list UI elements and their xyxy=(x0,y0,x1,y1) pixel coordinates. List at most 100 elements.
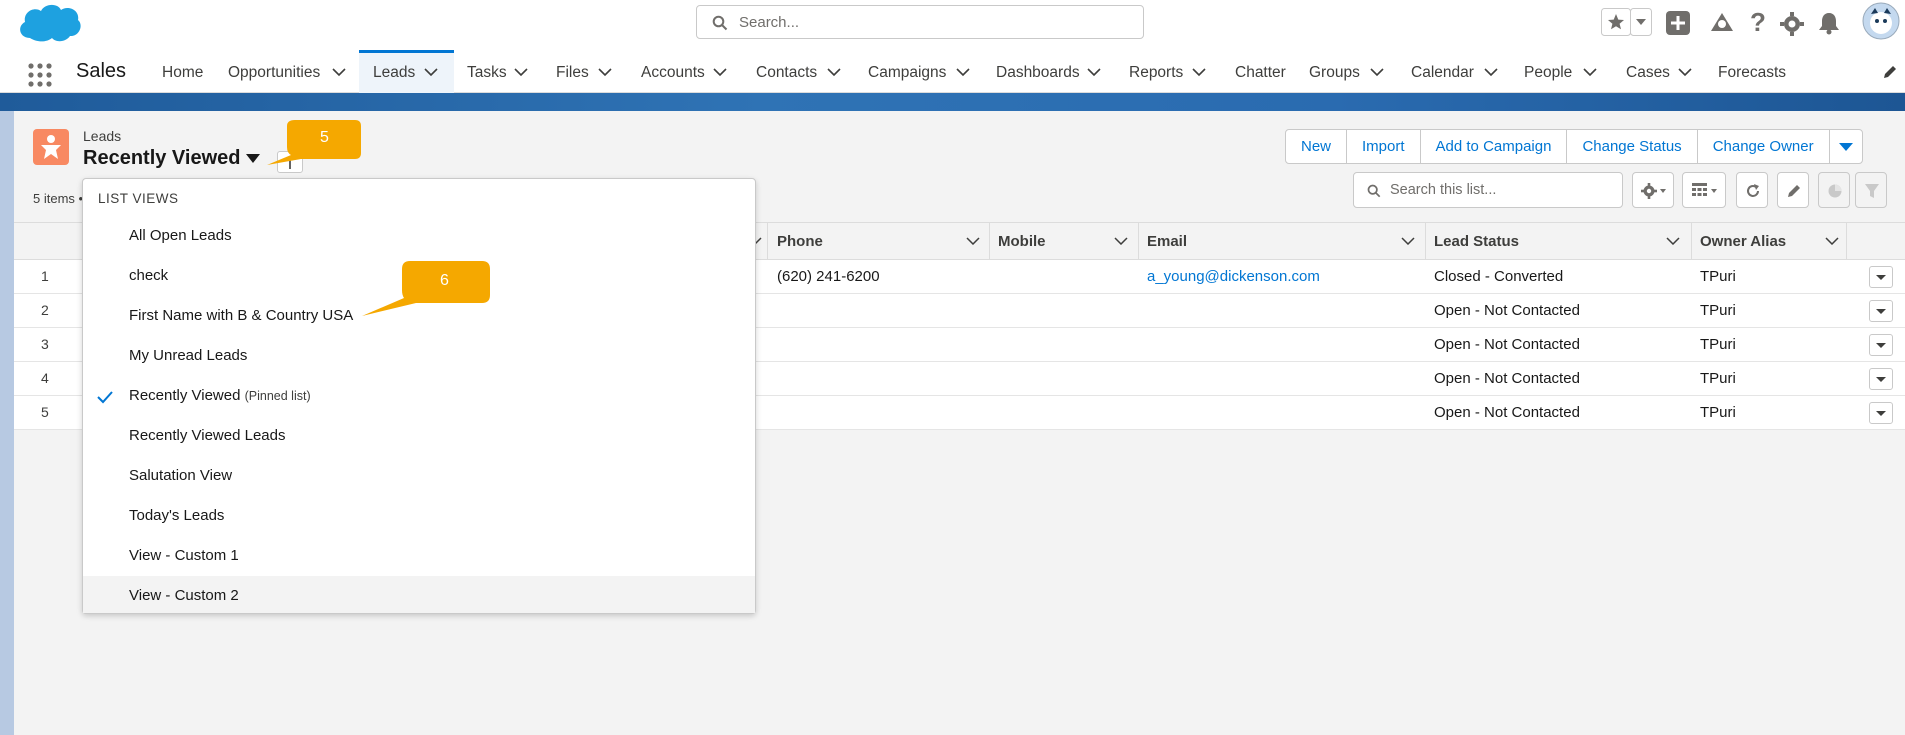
app-navigation-bar: Sales Home Opportunities Leads Tasks Fil… xyxy=(0,50,1905,93)
step-callout: 5 xyxy=(263,117,363,171)
inline-edit-button[interactable] xyxy=(1777,172,1809,208)
list-view-label: Recently Viewed (Pinned list) xyxy=(129,387,311,404)
notifications-bell-icon[interactable] xyxy=(1818,11,1840,39)
nav-tab-accounts[interactable]: Accounts xyxy=(641,64,705,82)
change-owner-button[interactable]: Change Owner xyxy=(1696,129,1830,164)
nav-tab-groups[interactable]: Groups xyxy=(1309,64,1360,82)
help-icon[interactable]: ? xyxy=(1747,7,1767,39)
chevron-down-icon[interactable] xyxy=(956,67,970,77)
search-placeholder: Search... xyxy=(739,14,800,31)
chevron-down-icon[interactable] xyxy=(1401,237,1415,245)
nav-tab-forecasts[interactable]: Forecasts xyxy=(1718,64,1786,82)
cell-lead-status: Open - Not Contacted xyxy=(1434,370,1580,387)
chevron-down-icon[interactable] xyxy=(1583,67,1597,77)
nav-tab-opportunities[interactable]: Opportunities xyxy=(228,64,320,82)
charts-button[interactable] xyxy=(1818,172,1850,208)
column-header-email[interactable]: Email xyxy=(1147,233,1187,250)
change-status-button[interactable]: Change Status xyxy=(1566,129,1698,164)
chevron-down-icon[interactable] xyxy=(332,67,346,77)
new-button[interactable]: New xyxy=(1285,129,1348,164)
list-view-option-hovered[interactable]: View - Custom 2 xyxy=(83,576,755,613)
chevron-down-icon[interactable] xyxy=(598,67,612,77)
user-avatar[interactable] xyxy=(1862,2,1900,44)
chevron-down-icon[interactable] xyxy=(827,67,841,77)
nav-tab-contacts[interactable]: Contacts xyxy=(756,64,817,82)
column-divider xyxy=(989,223,990,260)
chevron-down-icon[interactable] xyxy=(1192,67,1206,77)
list-view-option[interactable]: My Unread Leads xyxy=(83,336,755,376)
chevron-down-icon[interactable] xyxy=(1666,237,1680,245)
row-number: 5 xyxy=(41,404,49,420)
chevron-down-icon[interactable] xyxy=(713,67,727,77)
list-view-option[interactable]: Today's Leads xyxy=(83,496,755,536)
row-actions-button[interactable] xyxy=(1869,368,1893,390)
add-to-campaign-button[interactable]: Add to Campaign xyxy=(1419,129,1568,164)
nav-tab-cases[interactable]: Cases xyxy=(1626,64,1670,82)
nav-tab-dashboards[interactable]: Dashboards xyxy=(996,64,1080,82)
column-header-mobile[interactable]: Mobile xyxy=(998,233,1046,250)
list-view-label: check xyxy=(129,267,169,284)
import-button[interactable]: Import xyxy=(1346,129,1421,164)
list-search-placeholder: Search this list... xyxy=(1390,182,1497,198)
add-icon[interactable] xyxy=(1666,11,1690,39)
nav-tab-leads[interactable]: Leads xyxy=(373,64,415,82)
column-header-phone[interactable]: Phone xyxy=(777,233,823,250)
chevron-down-icon[interactable] xyxy=(424,67,438,77)
refresh-button[interactable] xyxy=(1736,172,1768,208)
row-actions-button[interactable] xyxy=(1869,300,1893,322)
list-search-input[interactable]: Search this list... xyxy=(1353,172,1623,208)
list-view-option[interactable]: All Open Leads xyxy=(83,216,755,256)
chevron-down-icon[interactable] xyxy=(514,67,528,77)
list-view-option[interactable]: View - Custom 1 xyxy=(83,536,755,576)
nav-tab-calendar[interactable]: Calendar xyxy=(1411,64,1474,82)
list-view-title[interactable]: Recently Viewed xyxy=(83,147,240,170)
edit-nav-pencil-icon[interactable] xyxy=(1882,64,1898,80)
list-view-switcher-caret-icon[interactable] xyxy=(246,154,260,164)
list-settings-button[interactable] xyxy=(1632,172,1674,208)
nav-tab-tasks[interactable]: Tasks xyxy=(467,64,507,82)
nav-tab-home[interactable]: Home xyxy=(162,64,203,82)
filter-button[interactable] xyxy=(1855,172,1887,208)
list-views-dropdown: LIST VIEWS All Open Leads check First Na… xyxy=(82,178,756,614)
setup-gear-icon[interactable] xyxy=(1780,12,1804,40)
chevron-down-icon[interactable] xyxy=(1087,67,1101,77)
list-view-option-selected[interactable]: Recently Viewed (Pinned list) xyxy=(83,376,755,416)
list-view-label: View - Custom 1 xyxy=(129,547,239,564)
row-actions-button[interactable] xyxy=(1869,402,1893,424)
nav-tab-reports[interactable]: Reports xyxy=(1129,64,1183,82)
more-actions-button[interactable] xyxy=(1828,129,1863,164)
list-views-header: LIST VIEWS xyxy=(98,191,179,206)
column-header-lead-status[interactable]: Lead Status xyxy=(1434,233,1519,250)
list-view-option[interactable]: Salutation View xyxy=(83,456,755,496)
background-strip xyxy=(0,111,14,735)
global-header: Search... ? xyxy=(0,0,1905,50)
list-view-label: My Unread Leads xyxy=(129,347,248,364)
row-actions-button[interactable] xyxy=(1869,334,1893,356)
column-header-owner-alias[interactable]: Owner Alias xyxy=(1700,233,1786,250)
list-view-option[interactable]: Recently Viewed Leads xyxy=(83,416,755,456)
chevron-down-icon[interactable] xyxy=(1484,67,1498,77)
chevron-down-icon xyxy=(1876,343,1886,348)
callout-number: 5 xyxy=(320,129,329,146)
row-actions-button[interactable] xyxy=(1869,266,1893,288)
global-search-input[interactable]: Search... xyxy=(696,5,1144,39)
app-launcher-icon[interactable] xyxy=(28,63,52,91)
nav-tab-files[interactable]: Files xyxy=(556,64,589,82)
chevron-down-icon[interactable] xyxy=(1825,237,1839,245)
app-name: Sales xyxy=(76,60,127,82)
chevron-down-icon[interactable] xyxy=(1370,67,1384,77)
list-view-label: Today's Leads xyxy=(129,507,225,524)
chevron-down-icon[interactable] xyxy=(1678,67,1692,77)
display-as-table-button[interactable] xyxy=(1682,172,1726,208)
cell-lead-status: Open - Not Contacted xyxy=(1434,404,1580,421)
favorites-star-icon[interactable] xyxy=(1601,8,1631,40)
nav-tab-chatter[interactable]: Chatter xyxy=(1235,64,1286,82)
cell-email-link[interactable]: a_young@dickenson.com xyxy=(1147,268,1320,285)
trailhead-icon[interactable] xyxy=(1709,11,1735,39)
nav-tab-people[interactable]: People xyxy=(1524,64,1572,82)
salesforce-cloud-icon[interactable] xyxy=(16,0,82,50)
chevron-down-icon[interactable] xyxy=(966,237,980,245)
chevron-down-icon[interactable] xyxy=(1114,237,1128,245)
chevron-down-icon[interactable] xyxy=(1630,8,1652,40)
nav-tab-campaigns[interactable]: Campaigns xyxy=(868,64,946,82)
